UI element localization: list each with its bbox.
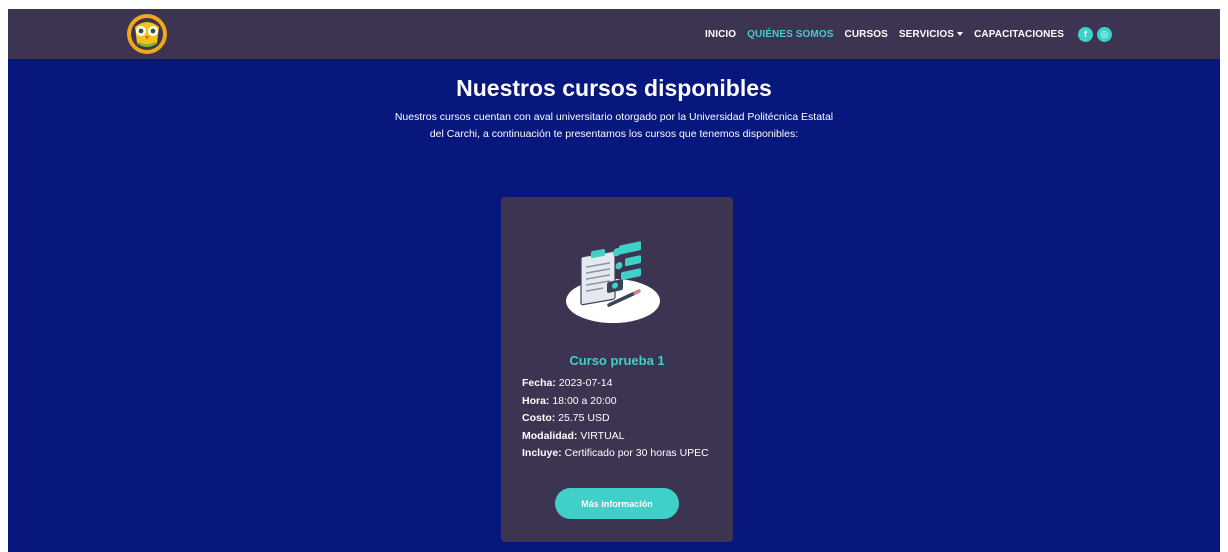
- nav-item-quienes-somos[interactable]: QUIÉNES SOMOS: [747, 29, 833, 40]
- detail-fecha-label: Fecha:: [522, 377, 556, 389]
- detail-hora: Hora: 18:00 a 20:00: [522, 393, 718, 411]
- nav-item-servicios-label: SERVICIOS: [898, 28, 955, 40]
- more-info-button[interactable]: Más información: [555, 488, 679, 519]
- detail-incluye-value: Certificado por 30 horas UPEC: [564, 447, 709, 459]
- caret-down-icon: [957, 31, 964, 36]
- nav-item-inicio[interactable]: INICIO: [705, 29, 736, 40]
- nav-item-capacitaciones[interactable]: CAPACITACIONES: [974, 29, 1064, 40]
- course-illustration-icon: [566, 241, 660, 323]
- facebook-icon[interactable]: f: [1078, 26, 1093, 42]
- detail-hora-value: 18:00 a 20:00: [552, 394, 617, 407]
- owl-logo-icon[interactable]: [126, 13, 168, 55]
- page: INICIO QUIÉNES SOMOS CURSOS SERVICIOS CA…: [8, 9, 1220, 552]
- page-title: Nuestros cursos disponibles: [456, 75, 772, 101]
- detail-costo-label: Costo:: [522, 412, 556, 424]
- detail-fecha-value: 2023-07-14: [558, 377, 613, 389]
- page-description: Nuestros cursos cuentan con aval univers…: [394, 111, 834, 140]
- detail-modalidad: Modalidad: VIRTUAL: [522, 428, 718, 446]
- detail-hora-label: Hora:: [522, 394, 550, 407]
- detail-incluye-label: Incluye:: [522, 447, 562, 459]
- instagram-icon[interactable]: ◎: [1097, 26, 1112, 42]
- course-details: Fecha: 2023-07-14 Hora: 18:00 a 20:00 Co…: [522, 375, 718, 463]
- course-card: Curso prueba 1 Fecha: 2023-07-14 Hora: 1…: [501, 197, 733, 542]
- course-title: Curso prueba 1: [569, 353, 665, 368]
- detail-modalidad-label: Modalidad:: [522, 429, 578, 442]
- navbar: INICIO QUIÉNES SOMOS CURSOS SERVICIOS CA…: [8, 9, 1220, 59]
- detail-incluye: Incluye: Certificado por 30 horas UPEC: [522, 445, 718, 463]
- social-links: f ◎: [1078, 26, 1116, 42]
- main-nav: INICIO QUIÉNES SOMOS CURSOS SERVICIOS CA…: [694, 9, 1116, 59]
- detail-costo: Costo: 25.75 USD: [522, 410, 718, 428]
- nav-item-cursos[interactable]: CURSOS: [845, 29, 888, 40]
- detail-modalidad-value: VIRTUAL: [580, 429, 625, 442]
- detail-costo-value: 25.75 USD: [558, 412, 610, 424]
- nav-item-servicios[interactable]: SERVICIOS: [898, 28, 964, 40]
- detail-fecha: Fecha: 2023-07-14: [522, 375, 718, 393]
